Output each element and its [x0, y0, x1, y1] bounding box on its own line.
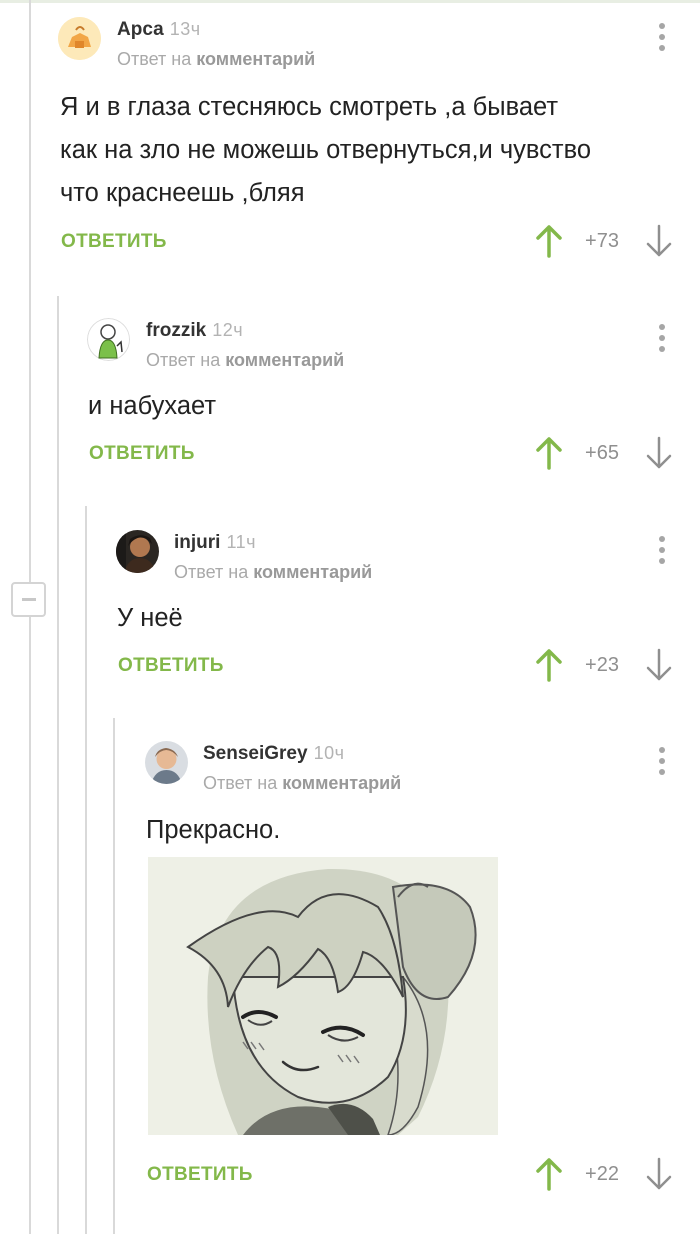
author-name[interactable]: injuri — [174, 532, 220, 553]
reply-to-link[interactable]: комментарий — [253, 562, 372, 582]
reply-button[interactable]: ОТВЕТИТЬ — [89, 443, 195, 465]
comment-text-line: как на зло не можешь отвернуться,и чувст… — [60, 136, 592, 164]
thread-line-level-2 — [85, 506, 87, 1234]
collapse-thread-button[interactable] — [11, 582, 46, 617]
comment-author[interactable]: injuri 11ч — [174, 532, 256, 554]
avatar[interactable] — [87, 318, 130, 361]
comment-time: 12ч — [212, 320, 244, 340]
reply-to-link[interactable]: комментарий — [196, 49, 315, 69]
comment-score: +23 — [585, 654, 619, 676]
comment-time: 10ч — [313, 743, 345, 763]
vote-controls: +22 — [534, 1157, 674, 1191]
reply-button[interactable]: ОТВЕТИТЬ — [118, 655, 224, 677]
comment-text-line: Прекрасно. — [146, 816, 281, 844]
comment-score: +65 — [585, 442, 619, 464]
reply-to-line: Ответ на комментарий — [146, 350, 344, 371]
author-name[interactable]: SenseiGrey — [203, 743, 308, 764]
avatar[interactable] — [145, 741, 188, 784]
vote-controls: +23 — [534, 648, 674, 682]
avatar[interactable] — [116, 530, 159, 573]
avatar[interactable] — [58, 17, 101, 60]
thread-line-level-3 — [113, 718, 115, 1234]
comment-text-line: что краснеешь ,бляя — [60, 179, 305, 207]
thread-line-level-0 — [29, 0, 31, 1234]
arrow-down-icon[interactable] — [644, 648, 674, 682]
reply-to-line: Ответ на комментарий — [203, 773, 401, 794]
comment-time: 11ч — [226, 532, 257, 552]
comment-author[interactable]: frozzik 12ч — [146, 320, 243, 342]
comment-score: +73 — [585, 230, 619, 252]
author-name[interactable]: Арса — [117, 19, 164, 40]
comment-author[interactable]: Арса 13ч — [117, 19, 201, 41]
comment-text: У неё — [117, 597, 183, 640]
reply-button[interactable]: ОТВЕТИТЬ — [147, 1164, 253, 1186]
vote-controls: +73 — [534, 224, 674, 258]
reply-button[interactable]: ОТВЕТИТЬ — [61, 231, 167, 253]
reply-to-prefix: Ответ на — [203, 773, 278, 793]
comment-text-line: Я и в глаза стесняюсь смотреть ,а бывает — [60, 93, 559, 121]
arrow-down-icon[interactable] — [644, 436, 674, 470]
arrow-down-icon[interactable] — [644, 224, 674, 258]
reply-to-prefix: Ответ на — [117, 49, 192, 69]
arrow-up-icon[interactable] — [534, 1157, 564, 1191]
more-vertical-icon[interactable] — [658, 536, 666, 568]
comment-score: +22 — [585, 1163, 619, 1185]
comment-image[interactable] — [148, 857, 498, 1135]
comment-text: Прекрасно. — [146, 809, 280, 852]
arrow-up-icon[interactable] — [534, 648, 564, 682]
comment-text: и набухает — [88, 385, 216, 428]
reply-to-line: Ответ на комментарий — [174, 562, 372, 583]
reply-to-line: Ответ на комментарий — [117, 49, 315, 70]
more-vertical-icon[interactable] — [658, 324, 666, 356]
comment-text: Я и в глаза стесняюсь смотреть ,а бывает… — [60, 86, 591, 215]
comment-time: 13ч — [169, 19, 201, 39]
arrow-up-icon[interactable] — [534, 436, 564, 470]
comment-author[interactable]: SenseiGrey 10ч — [203, 743, 344, 765]
reply-to-prefix: Ответ на — [174, 562, 249, 582]
comment-text-line: и набухает — [88, 392, 217, 420]
reply-to-prefix: Ответ на — [146, 350, 221, 370]
arrow-down-icon[interactable] — [644, 1157, 674, 1191]
top-divider — [0, 0, 700, 3]
more-vertical-icon[interactable] — [658, 747, 666, 779]
reply-to-link[interactable]: комментарий — [225, 350, 344, 370]
vote-controls: +65 — [534, 436, 674, 470]
reply-to-link[interactable]: комментарий — [282, 773, 401, 793]
comment-text-line: У неё — [117, 604, 183, 632]
thread-line-level-1 — [57, 296, 59, 1234]
arrow-up-icon[interactable] — [534, 224, 564, 258]
author-name[interactable]: frozzik — [146, 320, 206, 341]
more-vertical-icon[interactable] — [658, 23, 666, 55]
